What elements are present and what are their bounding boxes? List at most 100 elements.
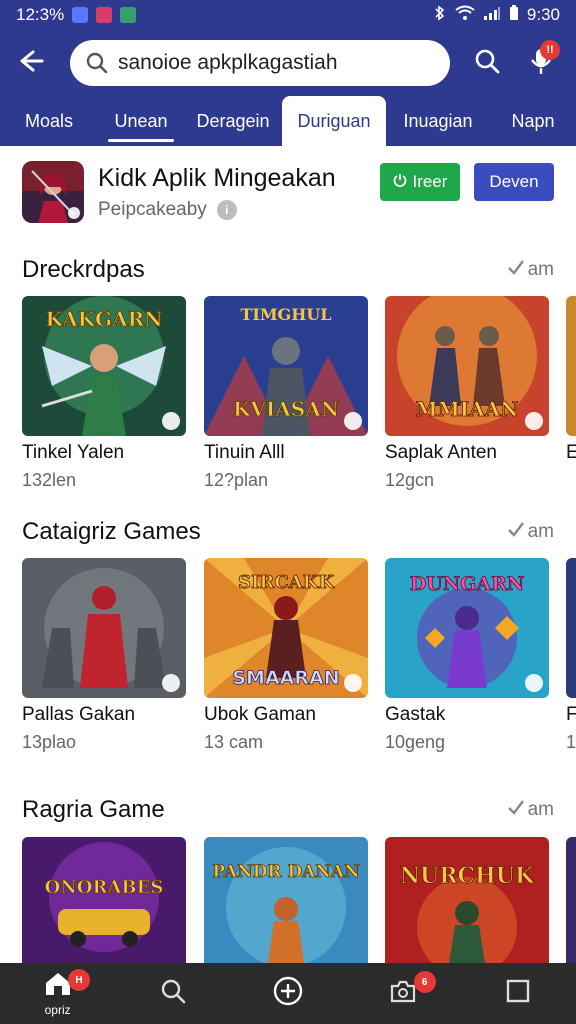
check-icon [507, 799, 525, 821]
voice-search-button[interactable]: !! [514, 30, 568, 96]
app-title: Kidk Aplik Mingeakan [98, 163, 336, 192]
game-card[interactable]: NURCHUK [385, 837, 549, 967]
game-badge-icon [344, 674, 362, 692]
game-thumbnail: ONORABES [22, 837, 186, 967]
game-card[interactable]: TIMGHUL KVIASAN Tinuin Alll 12?plan [204, 296, 368, 491]
section-ragria-game: Ragria Game am ONORABES PANDR DANAN NURC… [0, 790, 576, 967]
game-thumbnail: MMIAAN [385, 296, 549, 436]
install-button[interactable]: Ireer [380, 163, 460, 201]
nav-search[interactable] [115, 963, 230, 1024]
game-card[interactable]: KAKGARN Tinkel Yalen 132len [22, 296, 186, 491]
search-icon [86, 52, 108, 74]
game-thumbnail [566, 558, 576, 698]
status-time-right: 9:30 [526, 5, 560, 24]
game-thumbnail: NURCHUK [385, 837, 549, 967]
game-thumbnail [566, 296, 576, 436]
tab-unean[interactable]: Unean [98, 96, 184, 146]
check-icon [507, 521, 525, 543]
section-dreckrdpas: Dreckrdpas am KAKGARN Tinkel Yalen 132le… [0, 250, 576, 492]
mail-notification-icon [96, 7, 113, 23]
section-title: Ragria Game [22, 796, 165, 823]
game-thumbnail: KAKGARN [22, 296, 186, 436]
nav-add[interactable] [230, 963, 345, 1024]
signal-icon [483, 5, 501, 26]
search-button[interactable] [460, 30, 514, 96]
bottom-navigation: opriz H 6 [0, 963, 576, 1024]
nav-camera[interactable]: 6 [346, 963, 461, 1024]
game-thumbnail: TIMGHUL KVIASAN [204, 296, 368, 436]
game-meta: 13plao [22, 732, 77, 752]
check-icon [507, 259, 525, 281]
game-card[interactable]: Pallas Gakan 13plao [22, 558, 186, 753]
game-thumbnail [22, 558, 186, 698]
nav-recents[interactable] [461, 963, 576, 1024]
game-meta: 132len [22, 470, 77, 490]
game-meta: 1 [566, 732, 576, 752]
bluetooth-icon [433, 4, 447, 26]
game-notification-icon [120, 7, 137, 23]
home-icon [44, 971, 72, 1002]
category-tabs: Moals Unean Deragein Duriguan Inuagian N… [0, 96, 576, 146]
search-icon [160, 978, 186, 1009]
see-more-link[interactable]: am [507, 259, 554, 281]
game-title: Gastak [385, 704, 446, 725]
see-more-link[interactable]: am [507, 521, 554, 543]
notification-badge: !! [540, 40, 560, 60]
battery-icon [509, 4, 519, 26]
search-input[interactable]: sanoioe apkplkagastiah [70, 40, 450, 86]
game-title: Ubok Gaman [204, 704, 316, 725]
search-icon [474, 48, 500, 79]
see-more-link[interactable]: am [507, 799, 554, 821]
game-card[interactable]: MMIAAN Saplak Anten 12gcn [385, 296, 549, 491]
thumbnail-banner-text: PANDR DANAN [212, 862, 359, 882]
status-time-left: 12:3% [16, 5, 65, 24]
back-button[interactable] [0, 30, 64, 96]
tab-moals[interactable]: Moals [0, 96, 98, 146]
thumbnail-banner-text: DUNGARN [410, 573, 525, 595]
game-badge-icon [525, 674, 543, 692]
square-icon [506, 979, 530, 1008]
thumbnail-banner-text: NURCHUK [400, 863, 535, 889]
tab-inuagian[interactable]: Inuagian [386, 96, 490, 146]
game-title: E [566, 442, 576, 463]
game-thumbnail: DUNGARN [385, 558, 549, 698]
game-meta: 13 cam [204, 732, 264, 752]
add-circle-icon [273, 976, 303, 1011]
game-card-partial[interactable]: F 1 [566, 558, 576, 753]
tab-deragein[interactable]: Deragein [184, 96, 282, 146]
game-title: F [566, 704, 576, 725]
game-badge-icon [344, 412, 362, 430]
top-app-bar: sanoioe apkplkagastiah !! [0, 30, 576, 96]
tab-duriguan[interactable]: Duriguan [282, 96, 386, 146]
camera-icon [389, 978, 417, 1009]
game-card-partial[interactable]: E [566, 296, 576, 464]
game-thumbnail [566, 837, 576, 967]
app-notification-icon [72, 7, 89, 23]
game-card[interactable]: SIRCAKK SMAARAN Ubok Gaman 13 cam [204, 558, 368, 753]
game-meta: 10geng [385, 732, 446, 752]
game-thumbnail: SIRCAKK SMAARAN [204, 558, 368, 698]
nav-home[interactable]: opriz H [0, 963, 115, 1024]
game-title: Saplak Anten [385, 442, 497, 463]
nav-home-label: opriz [44, 1002, 71, 1017]
info-icon[interactable]: i [216, 199, 237, 220]
section-cataigriz-games: Cataigriz Games am Pallas Gakan 13plao S… [0, 512, 576, 754]
game-badge-icon [162, 412, 180, 430]
game-card[interactable]: PANDR DANAN [204, 837, 368, 967]
power-icon [393, 172, 407, 192]
nav-badge: H [68, 969, 90, 991]
game-title: Pallas Gakan [22, 704, 136, 725]
game-card[interactable]: ONORABES [22, 837, 186, 967]
game-meta: 12?plan [204, 470, 269, 490]
app-icon[interactable] [22, 161, 84, 223]
open-button[interactable]: Deven [474, 163, 554, 201]
game-card[interactable]: DUNGARN Gastak 10geng [385, 558, 549, 753]
search-query: sanoioe apkplkagastiah [118, 51, 338, 74]
game-badge-icon [162, 674, 180, 692]
tab-napn[interactable]: Napn [490, 96, 576, 146]
nav-badge: 6 [413, 971, 436, 993]
game-card-partial[interactable] [566, 837, 576, 967]
app-developer: Peipcakeaby [98, 198, 207, 220]
status-bar: 12:3% 9:30 [0, 0, 576, 30]
game-meta: 12gcn [385, 470, 435, 490]
